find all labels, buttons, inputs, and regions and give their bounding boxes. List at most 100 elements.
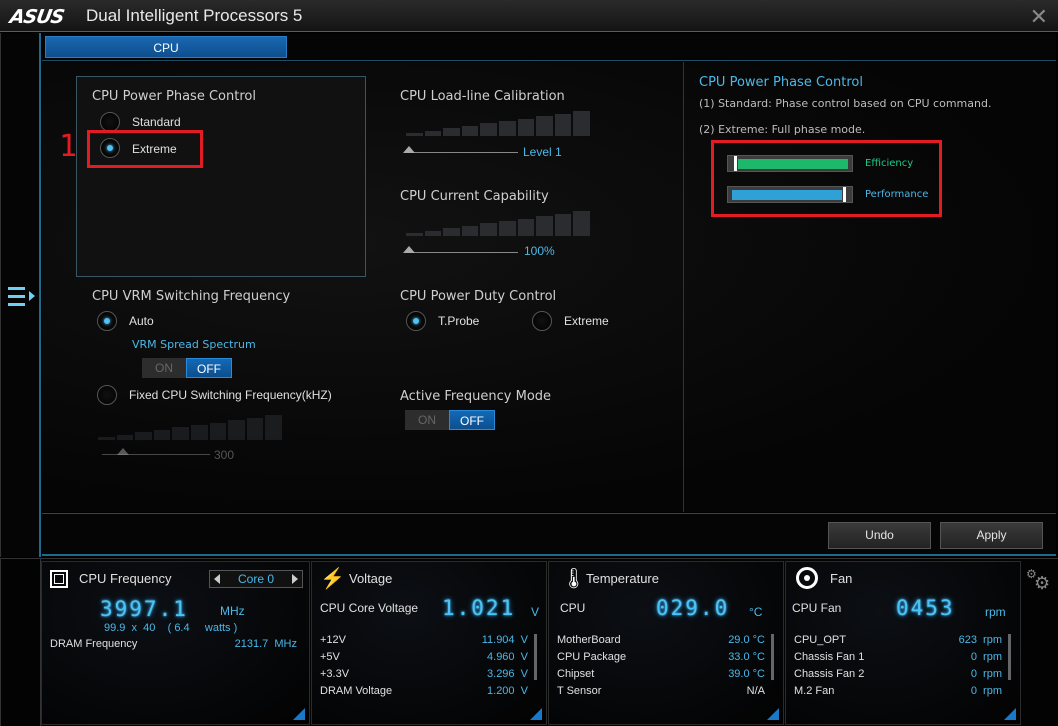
level-bar xyxy=(461,225,479,236)
next-core-icon[interactable] xyxy=(292,574,298,584)
asus-logo: ASUS xyxy=(8,6,66,28)
title-bar: ASUS Dual Intelligent Processors 5 ✕ xyxy=(0,0,1058,32)
sensor-value: 4.960 V xyxy=(487,651,528,663)
spread-spectrum-toggle[interactable]: ON OFF xyxy=(142,358,232,378)
vrm-frequency-bars xyxy=(98,414,282,440)
sensor-label: CPU Package xyxy=(557,651,627,663)
core-selector[interactable]: Core 0 xyxy=(209,570,303,588)
voltage-title: Voltage xyxy=(349,571,393,586)
level-bar xyxy=(536,216,553,236)
level-bar xyxy=(406,133,423,136)
tab-cpu[interactable]: CPU xyxy=(45,36,287,58)
sensor-value: 623 rpm xyxy=(958,634,1002,646)
cpu-core-voltage-label: CPU Core Voltage xyxy=(320,601,419,615)
level-bar xyxy=(480,223,497,236)
cpu-frequency-value: 3997.1 xyxy=(100,597,188,621)
level-bar xyxy=(517,218,535,236)
llc-slider-thumb[interactable] xyxy=(403,146,415,153)
llc-slider-track[interactable] xyxy=(408,152,518,153)
toggle-on[interactable]: ON xyxy=(142,358,186,378)
temperature-scrollbar[interactable] xyxy=(771,634,774,680)
phase-control-group xyxy=(76,76,366,277)
cpu-frequency-unit: MHz xyxy=(220,604,245,618)
level-bar xyxy=(443,128,460,136)
tprobe-label: T.Probe xyxy=(438,314,480,328)
sensor-value: 11.904 V xyxy=(481,634,528,646)
expand-corner-icon[interactable] xyxy=(1004,708,1016,720)
temperature-unit: °C xyxy=(749,605,763,619)
cpu-temperature-value: 029.0 xyxy=(656,596,730,620)
level-bar xyxy=(554,113,572,136)
toggle-off[interactable]: OFF xyxy=(449,410,495,430)
fan-scrollbar[interactable] xyxy=(1008,634,1011,680)
radio-duty-extreme[interactable] xyxy=(532,311,552,331)
toggle-off[interactable]: OFF xyxy=(186,358,232,378)
core-value: Core 0 xyxy=(237,572,275,586)
level-bar xyxy=(498,221,516,236)
sensor-label: +5V xyxy=(320,651,340,663)
sensor-label: T Sensor xyxy=(557,685,602,697)
radio-tprobe[interactable] xyxy=(406,311,426,331)
level-bar xyxy=(190,425,208,440)
radio-vrm-fixed[interactable] xyxy=(97,385,117,405)
info-panel: CPU Power Phase Control (1) Standard: Ph… xyxy=(683,62,1056,512)
cpu-frequency-detail: 99.9 x 40 ( 6.4 watts ) xyxy=(104,622,238,634)
level-bar xyxy=(536,116,553,136)
info-title: CPU Power Phase Control xyxy=(699,75,863,90)
level-bar xyxy=(461,125,479,136)
expand-corner-icon[interactable] xyxy=(767,708,779,720)
sensor-label: CPU_OPT xyxy=(794,634,846,646)
current-capability-title: CPU Current Capability xyxy=(400,189,549,204)
level-bar xyxy=(228,420,245,440)
level-bar xyxy=(209,422,227,440)
cpu-temperature-label: CPU xyxy=(560,601,586,615)
level-bar xyxy=(153,429,171,440)
level-bar xyxy=(443,228,460,236)
settings-gear-icon[interactable]: ⚙ ⚙ xyxy=(1026,567,1052,593)
spread-spectrum-title: VRM Spread Spectrum xyxy=(132,338,256,351)
level-bar xyxy=(135,432,152,440)
expand-menu-icon[interactable] xyxy=(7,285,37,309)
expand-corner-icon[interactable] xyxy=(530,708,542,720)
level-bar xyxy=(406,233,423,236)
fan-card: Fan CPU Fan 0453 rpm CPU_OPT 623 rpm Chass… xyxy=(785,561,1021,725)
current-capability-value: 100% xyxy=(524,244,555,258)
close-icon[interactable]: ✕ xyxy=(1030,4,1048,30)
performance-label: Performance xyxy=(865,189,929,200)
llc-bars xyxy=(406,110,590,136)
vrm-title: CPU VRM Switching Frequency xyxy=(92,289,291,304)
dock-rail xyxy=(0,559,41,726)
info-line-standard: (1) Standard: Phase control based on CPU… xyxy=(699,97,992,110)
cpu-chip-icon xyxy=(50,570,68,588)
vrm-slider-thumb[interactable] xyxy=(117,448,129,455)
temperature-card: 🌡 Temperature CPU 029.0 °C MotherBoard 29… xyxy=(548,561,784,725)
sensor-label: DRAM Voltage xyxy=(320,685,393,697)
level-bar xyxy=(424,130,442,136)
efficiency-meter-fill xyxy=(738,159,848,169)
left-rail xyxy=(0,33,41,557)
tab-bar: CPU xyxy=(42,33,1056,61)
performance-meter-fill xyxy=(732,190,842,200)
undo-button[interactable]: Undo xyxy=(828,522,931,549)
temperature-title: Temperature xyxy=(586,571,659,586)
current-capability-bars xyxy=(406,210,590,236)
vrm-slider-value: 300 xyxy=(214,448,235,462)
sensor-label: +12V xyxy=(320,634,346,646)
level-bar xyxy=(573,211,590,236)
apply-button[interactable]: Apply xyxy=(940,522,1043,549)
radio-vrm-auto[interactable] xyxy=(97,311,117,331)
sensor-value: 0 rpm xyxy=(970,685,1002,697)
level-bar xyxy=(517,118,535,136)
afm-toggle[interactable]: ON OFF xyxy=(405,410,495,430)
toggle-on[interactable]: ON xyxy=(405,410,449,430)
voltage-scrollbar[interactable] xyxy=(534,634,537,680)
duty-extreme-label: Extreme xyxy=(564,314,609,328)
sensor-value: 39.0 °C xyxy=(728,668,765,680)
level-bar xyxy=(573,111,590,136)
level-bar xyxy=(265,415,282,440)
level-bar xyxy=(246,417,264,440)
current-slider-thumb[interactable] xyxy=(403,246,415,253)
expand-corner-icon[interactable] xyxy=(293,708,305,720)
current-slider-track[interactable] xyxy=(408,252,518,253)
radio-standard[interactable] xyxy=(100,112,120,132)
